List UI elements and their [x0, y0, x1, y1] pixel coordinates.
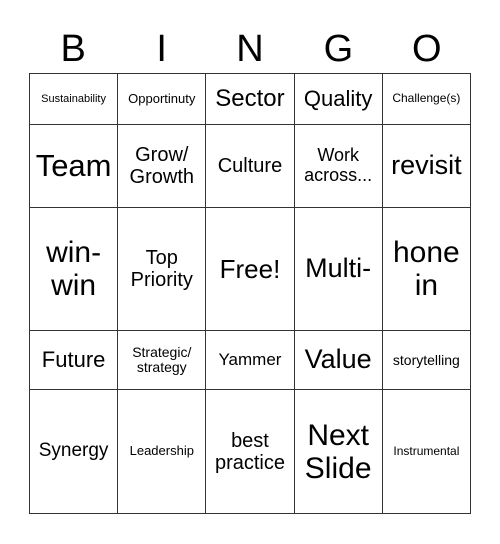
bingo-cell[interactable]: Quality: [293, 73, 383, 125]
bingo-cell[interactable]: hone in: [381, 206, 472, 332]
grid-row: Future Strategic/ strategy Yammer Value …: [28, 330, 472, 391]
free-cell[interactable]: Free!: [205, 206, 295, 332]
bingo-cell[interactable]: Work across...: [293, 123, 383, 208]
header-letter-o: O: [412, 28, 442, 70]
bingo-cell[interactable]: Leadership: [117, 389, 207, 514]
bingo-cell[interactable]: Sector: [205, 73, 295, 125]
header-letter-i: I: [156, 28, 167, 70]
bingo-grid: Sustainability Opportinuty Sector Qualit…: [28, 73, 472, 514]
bingo-cell[interactable]: storytelling: [381, 330, 472, 391]
bingo-cell[interactable]: Culture: [205, 123, 295, 208]
bingo-cell[interactable]: win-win: [28, 206, 119, 332]
bingo-cell[interactable]: Next Slide: [293, 389, 383, 514]
bingo-cell[interactable]: Top Priority: [117, 206, 207, 332]
bingo-cell[interactable]: Multi-: [293, 206, 383, 332]
grid-row: win-win Top Priority Free! Multi- hone i…: [28, 206, 472, 332]
bingo-cell[interactable]: best practice: [205, 389, 295, 514]
bingo-cell[interactable]: Strategic/ strategy: [117, 330, 207, 391]
bingo-cell[interactable]: Team: [28, 123, 119, 208]
bingo-cell[interactable]: Synergy: [28, 389, 119, 514]
bingo-cell[interactable]: Opportinuty: [117, 73, 207, 125]
bingo-cell[interactable]: Instrumental: [381, 389, 472, 514]
bingo-cell[interactable]: Yammer: [205, 330, 295, 391]
bingo-cell[interactable]: Grow/ Growth: [117, 123, 207, 208]
header-letter-b: B: [60, 28, 86, 70]
grid-row: Sustainability Opportinuty Sector Qualit…: [28, 73, 472, 125]
bingo-cell[interactable]: Value: [293, 330, 383, 391]
bingo-cell[interactable]: revisit: [381, 123, 472, 208]
bingo-header: B I N G O: [29, 24, 471, 74]
header-letter-n: N: [236, 28, 264, 70]
bingo-cell[interactable]: Sustainability: [28, 73, 119, 125]
bingo-cell[interactable]: Future: [28, 330, 119, 391]
bingo-cell[interactable]: Challenge(s): [381, 73, 472, 125]
grid-row: Team Grow/ Growth Culture Work across...…: [28, 123, 472, 208]
grid-row: Synergy Leadership best practice Next Sl…: [28, 389, 472, 514]
header-letter-g: G: [323, 28, 354, 70]
